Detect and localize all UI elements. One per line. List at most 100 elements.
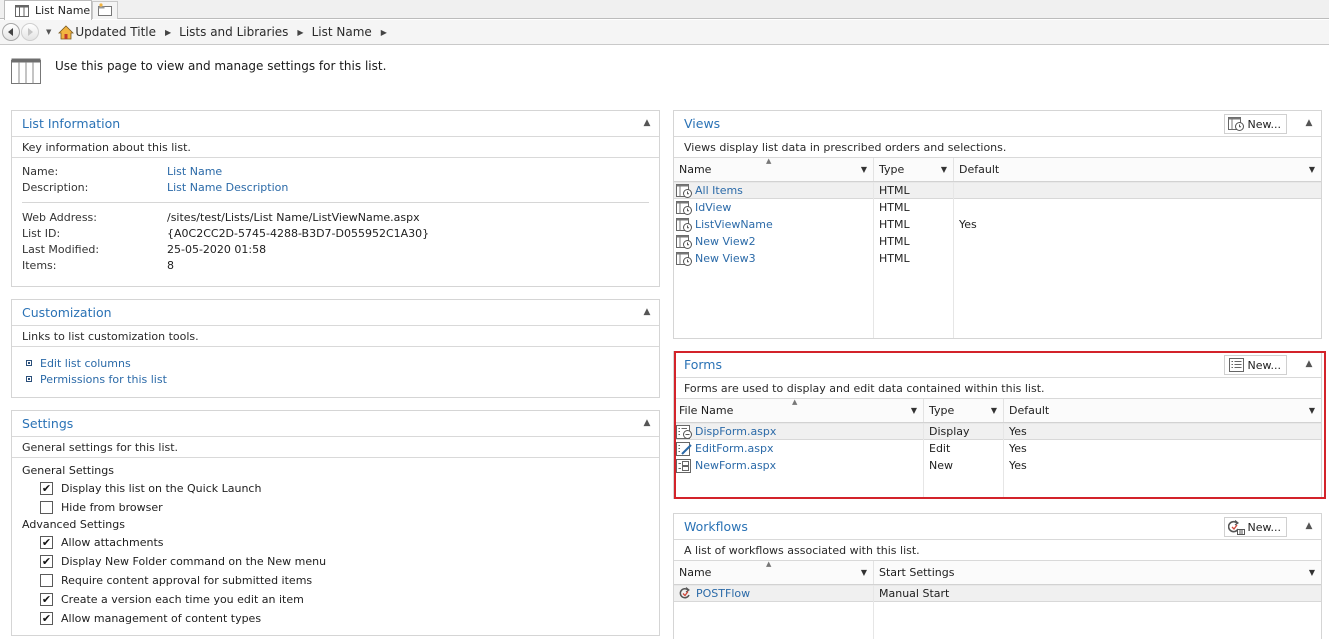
advanced-settings-label: Advanced Settings: [22, 518, 125, 531]
view-link[interactable]: All Items: [695, 184, 743, 197]
collapse-icon[interactable]: ▲: [1303, 358, 1315, 370]
checkbox[interactable]: [40, 501, 53, 514]
table-row[interactable]: DispForm.aspx Display Yes: [674, 423, 1321, 440]
column-dropdown-icon[interactable]: ▼: [911, 406, 917, 415]
column-header-default[interactable]: Default ▼: [1004, 399, 1321, 422]
back-button[interactable]: [2, 23, 20, 41]
cell-name: New View3: [674, 250, 874, 267]
cell-start-settings: Manual Start: [879, 587, 950, 600]
list-icon: [13, 4, 30, 18]
breadcrumb-item-site[interactable]: Updated Title: [75, 25, 156, 39]
column-dropdown-icon[interactable]: ▼: [1309, 406, 1315, 415]
column-header-type[interactable]: Type ▼: [924, 399, 1004, 422]
cell-name: IdView: [674, 199, 874, 216]
table-row[interactable]: New View3 HTML: [674, 250, 1321, 267]
history-dropdown-icon[interactable]: ▼: [46, 28, 51, 36]
sort-ascending-icon: ▲: [766, 560, 772, 568]
table-row[interactable]: NewForm.aspx New Yes: [674, 457, 1321, 474]
breadcrumb-item-list[interactable]: List Name: [312, 25, 372, 39]
panel-title: Views: [684, 116, 721, 131]
cell-file-name: EditForm.aspx: [674, 440, 924, 457]
checkbox[interactable]: ✔: [40, 612, 53, 625]
view-link[interactable]: ListViewName: [695, 218, 773, 231]
column-header-start-settings[interactable]: Start Settings ▼: [874, 561, 1321, 584]
table-row[interactable]: EditForm.aspx Edit Yes: [674, 440, 1321, 457]
table-row[interactable]: POSTFlow Manual Start: [674, 585, 1321, 602]
view-icon: [1227, 117, 1245, 131]
cell-type: Display: [929, 425, 970, 438]
checkbox-label: Display this list on the Quick Launch: [61, 482, 262, 495]
collapse-icon[interactable]: ▲: [641, 306, 653, 318]
new-form-button[interactable]: New...: [1223, 355, 1287, 375]
form-link[interactable]: DispForm.aspx: [695, 425, 776, 438]
workflow-link[interactable]: POSTFlow: [696, 587, 750, 600]
checkbox[interactable]: ✔: [40, 482, 53, 495]
view-link[interactable]: New View3: [695, 252, 756, 265]
form-link[interactable]: EditForm.aspx: [695, 442, 773, 455]
setting-attachments: ✔ Allow attachments: [12, 533, 659, 552]
bullet-icon: [26, 360, 32, 366]
new-workflow-button[interactable]: New...: [1223, 517, 1287, 537]
checkbox-label: Allow management of content types: [61, 612, 262, 625]
page-intro-text: Use this page to view and manage setting…: [55, 59, 387, 73]
column-header-file-name[interactable]: ▲ File Name ▼: [674, 398, 924, 422]
collapse-icon[interactable]: ▲: [1303, 520, 1315, 532]
table-row[interactable]: IdView HTML: [674, 199, 1321, 216]
column-dropdown-icon[interactable]: ▼: [861, 568, 867, 577]
form-link[interactable]: NewForm.aspx: [695, 459, 776, 472]
column-dropdown-icon[interactable]: ▼: [991, 406, 997, 415]
breadcrumb-separator-icon[interactable]: ▶: [165, 28, 171, 37]
form-icon: [1228, 358, 1245, 372]
breadcrumb-separator-icon[interactable]: ▶: [297, 28, 303, 37]
column-header-name[interactable]: ▲ Name ▼: [674, 560, 874, 584]
new-form-icon: [676, 458, 693, 473]
breadcrumb-separator-icon[interactable]: ▶: [381, 28, 387, 37]
column-header-name[interactable]: ▲ Name ▼: [674, 157, 874, 181]
workflows-table-body: POSTFlow Manual Start: [674, 585, 1321, 639]
table-row[interactable]: All Items HTML: [674, 182, 1321, 199]
view-link[interactable]: New View2: [695, 235, 756, 248]
column-dropdown-icon[interactable]: ▼: [941, 165, 947, 174]
table-row[interactable]: New View2 HTML: [674, 233, 1321, 250]
home-icon[interactable]: [57, 24, 74, 39]
collapse-icon[interactable]: ▲: [1303, 117, 1315, 129]
checkbox[interactable]: ✔: [40, 536, 53, 549]
checkbox[interactable]: ✔: [40, 593, 53, 606]
checkbox[interactable]: [40, 574, 53, 587]
column-dropdown-icon[interactable]: ▼: [1309, 568, 1315, 577]
column-dropdown-icon[interactable]: ▼: [861, 165, 867, 174]
view-link[interactable]: IdView: [695, 201, 731, 214]
column-header-type[interactable]: Type ▼: [874, 158, 954, 181]
cell-default: [954, 233, 1321, 250]
column-header-default[interactable]: Default ▼: [954, 158, 1321, 181]
list-name-link[interactable]: List Name: [167, 164, 659, 180]
cell-default: Yes: [1009, 442, 1027, 455]
permissions-link[interactable]: Permissions for this list: [40, 373, 167, 386]
cell-name: New View2: [674, 233, 874, 250]
collapse-icon[interactable]: ▲: [641, 417, 653, 429]
panel-title: Forms: [684, 357, 723, 372]
settings-panel: Settings ▲ General settings for this lis…: [11, 410, 660, 636]
panel-description: General settings for this list.: [12, 437, 659, 458]
collapse-icon[interactable]: ▲: [641, 117, 653, 129]
cell-type: HTML: [879, 252, 910, 265]
forms-panel: Forms New... ▲ Forms are used to display…: [673, 351, 1322, 499]
forward-button[interactable]: [21, 23, 39, 41]
table-row[interactable]: ListViewName HTML Yes: [674, 216, 1321, 233]
new-tab-button[interactable]: [92, 1, 118, 19]
views-table-body: All Items HTML IdView HTML ListViewName HTML Y…: [674, 182, 1321, 338]
tab-list-name[interactable]: List Name: [4, 0, 92, 20]
checkbox-label: Create a version each time you edit an i…: [61, 593, 304, 606]
display-form-icon: [676, 424, 693, 439]
column-dropdown-icon[interactable]: ▼: [1309, 165, 1315, 174]
edit-list-columns-link[interactable]: Edit list columns: [40, 357, 131, 370]
forms-table-body: DispForm.aspx Display Yes EditForm.aspx Edit…: [674, 423, 1321, 498]
breadcrumb-item-lists[interactable]: Lists and Libraries: [179, 25, 288, 39]
cell-type: HTML: [879, 235, 910, 248]
list-item: Permissions for this list: [26, 371, 659, 387]
column-label: Default: [1009, 404, 1050, 417]
list-description-link[interactable]: List Name Description: [167, 180, 659, 196]
new-view-button[interactable]: New...: [1223, 114, 1287, 134]
checkbox[interactable]: ✔: [40, 555, 53, 568]
list-item: Edit list columns: [26, 355, 659, 371]
